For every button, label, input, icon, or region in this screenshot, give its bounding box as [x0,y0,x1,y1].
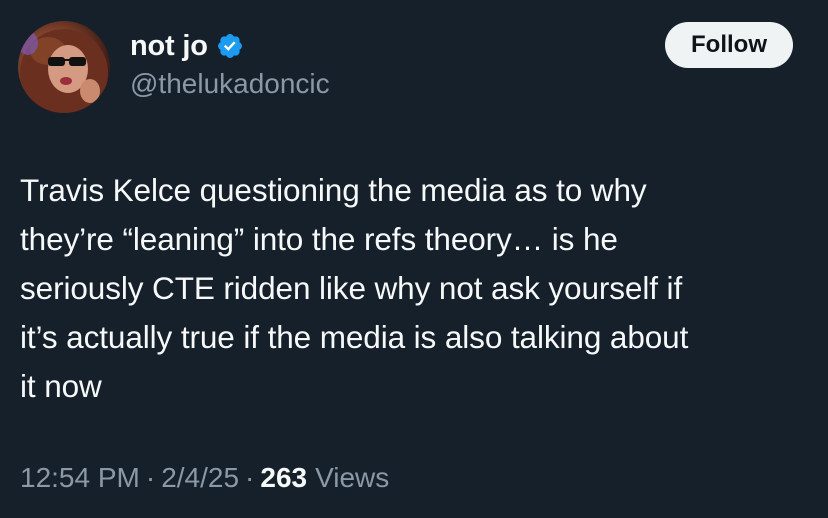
meta-separator: · [145,462,156,493]
author-name-row: not jo [130,28,244,64]
tweet-time[interactable]: 12:54 PM [20,462,140,494]
verified-badge-icon [216,32,244,60]
author-display-name[interactable]: not jo [130,30,208,63]
views-count: 263 [260,462,308,493]
avatar-image [18,29,108,113]
views-label: Views [315,462,390,493]
tweet-meta: 12:54 PM · 2/4/25 · 263 Views [20,462,389,494]
tweet-date[interactable]: 2/4/25 [161,462,239,494]
avatar[interactable] [18,21,110,113]
author-handle[interactable]: @thelukadoncic [130,68,330,100]
tweet-card: not jo @thelukadoncic Follow Travis Kelc… [0,0,828,518]
tweet-text: Travis Kelce questioning the media as to… [20,172,689,404]
meta-separator: · [245,462,255,493]
follow-button[interactable]: Follow [665,22,793,68]
